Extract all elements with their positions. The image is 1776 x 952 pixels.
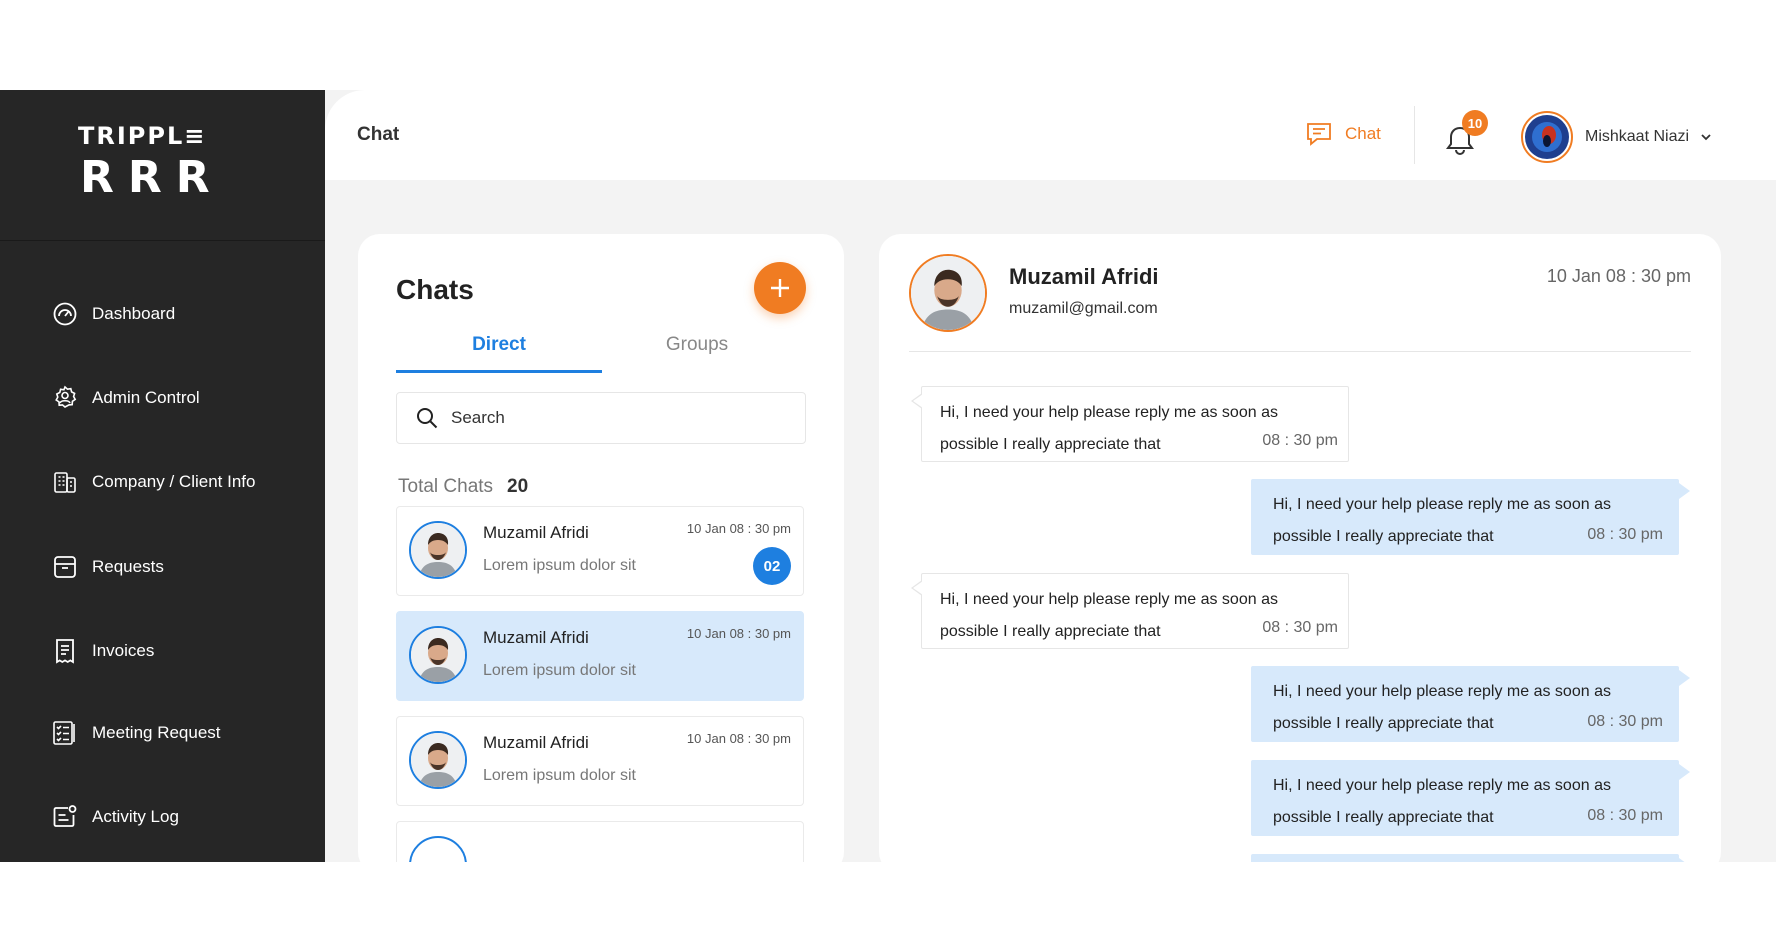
message-bubble-outgoing xyxy=(1251,854,1690,862)
message-bubble-outgoing: Hi, I need your help please reply me as … xyxy=(1251,479,1690,555)
chat-item-preview: Lorem ipsum dolor sit xyxy=(483,767,636,784)
chat-item-time: 10 Jan 08 : 30 pm xyxy=(686,521,791,536)
search-placeholder: Search xyxy=(451,408,505,427)
message-text-line: Hi, I need your help please reply me as … xyxy=(940,404,1278,421)
conversation-divider xyxy=(909,351,1691,352)
brand-logo-line2: RRR xyxy=(80,152,224,203)
message-text-line: Hi, I need your help please reply me as … xyxy=(940,591,1278,608)
chat-item-time: 10 Jan 08 : 30 pm xyxy=(686,731,791,746)
chat-list-item[interactable]: Muzamil Afridi Lorem ipsum dolor sit 10 … xyxy=(396,716,804,806)
sidebar-item-company-client-info[interactable]: Company / Client Info xyxy=(52,462,312,502)
receipt-icon xyxy=(56,639,74,664)
conversation-contact-name: Muzamil Afridi xyxy=(1009,264,1159,289)
unread-count-badge: 02 xyxy=(753,547,791,585)
search-input[interactable]: Search xyxy=(396,392,806,444)
plus-icon xyxy=(771,279,789,297)
chat-list-item[interactable]: Muzamil Afridi Lorem ipsum dolor sit 10 … xyxy=(396,611,804,701)
sidebar-item-label: Dashboard xyxy=(92,304,176,323)
contact-avatar xyxy=(409,626,467,684)
total-chats-label: Total Chats xyxy=(398,476,494,497)
message-bubble-outgoing: Hi, I need your help please reply me as … xyxy=(1251,666,1690,742)
sidebar-item-meeting-request[interactable]: Meeting Request xyxy=(52,713,312,753)
dashboard-gauge-icon xyxy=(53,302,77,326)
message-time: 08 : 30 pm xyxy=(1587,526,1663,543)
chat-bubble-icon xyxy=(1307,123,1331,146)
message-time: 08 : 30 pm xyxy=(1587,807,1663,824)
conversation-contact-avatar[interactable] xyxy=(909,254,987,332)
activity-log-icon xyxy=(53,805,77,827)
new-chat-button[interactable] xyxy=(754,262,806,314)
chat-item-name: Muzamil Afridi xyxy=(483,523,589,542)
brand-logo-line1: TRIPPL≡ xyxy=(78,122,207,150)
message-text-line: Hi, I need your help please reply me as … xyxy=(1273,777,1611,794)
conversation-contact-email: muzamil@gmail.com xyxy=(1009,300,1158,317)
sidebar-item-label: Meeting Request xyxy=(92,723,221,742)
message-time: 08 : 30 pm xyxy=(1262,432,1338,449)
sidebar: TRIPPL≡ RRR Dashboard Admin Control Comp… xyxy=(0,90,325,862)
tab-direct[interactable]: Direct xyxy=(396,330,602,373)
message-time: 08 : 30 pm xyxy=(1587,713,1663,730)
message-text-line: Hi, I need your help please reply me as … xyxy=(1273,683,1611,700)
sidebar-item-activity-log[interactable]: Activity Log xyxy=(52,797,312,837)
sidebar-item-dashboard[interactable]: Dashboard xyxy=(52,294,312,334)
page-title: Chat xyxy=(357,124,400,145)
chat-item-preview: Lorem ipsum dolor sit xyxy=(483,557,636,574)
sidebar-item-label: Requests xyxy=(92,557,164,576)
chats-list-panel: Chats Direct Groups Search Total Chats 20… xyxy=(358,234,844,862)
sidebar-item-invoices[interactable]: Invoices xyxy=(52,631,312,671)
admin-gear-person-icon xyxy=(55,385,77,408)
top-bar: Chat Chat 10 Mishkaat Niazi xyxy=(325,90,1776,180)
brand-logo[interactable]: TRIPPL≡ RRR xyxy=(0,90,325,241)
search-icon xyxy=(417,408,438,429)
chat-list-item[interactable]: Muzamil Afridi Lorem ipsum dolor sit 10 … xyxy=(396,506,804,596)
user-avatar xyxy=(1521,111,1573,163)
chat-item-name: Muzamil Afridi xyxy=(483,733,589,752)
chat-item-preview: Lorem ipsum dolor sit xyxy=(483,662,636,679)
chat-item-name: Muzamil Afridi xyxy=(483,628,589,647)
sidebar-item-label: Company / Client Info xyxy=(92,472,256,491)
chats-title: Chats xyxy=(396,274,474,305)
checklist-icon xyxy=(53,721,75,745)
sidebar-item-admin-control[interactable]: Admin Control xyxy=(52,378,312,418)
message-bubble-incoming: Hi, I need your help please reply me as … xyxy=(911,386,1349,462)
contact-avatar xyxy=(409,836,467,862)
user-name: Mishkaat Niazi xyxy=(1585,128,1690,145)
app-window: TRIPPL≡ RRR Dashboard Admin Control Comp… xyxy=(0,90,1776,862)
user-profile-menu[interactable]: Mishkaat Niazi xyxy=(1521,111,1713,163)
chevron-down-icon xyxy=(1701,134,1711,141)
message-text-line: Hi, I need your help please reply me as … xyxy=(1273,496,1611,513)
building-icon xyxy=(54,472,76,493)
contact-avatar xyxy=(409,731,467,789)
header-chat-label: Chat xyxy=(1345,124,1381,143)
sidebar-item-requests[interactable]: Requests xyxy=(52,547,312,587)
contact-avatar xyxy=(409,521,467,579)
chat-item-time: 10 Jan 08 : 30 pm xyxy=(686,626,791,641)
conversation-timestamp: 10 Jan 08 : 30 pm xyxy=(1546,266,1691,286)
sidebar-item-label: Admin Control xyxy=(92,388,200,407)
conversation-panel: Muzamil Afridi muzamil@gmail.com 10 Jan … xyxy=(879,234,1721,862)
header-chat-link[interactable]: Chat xyxy=(1305,120,1381,148)
message-bubble-incoming: Hi, I need your help please reply me as … xyxy=(911,573,1349,649)
tab-groups[interactable]: Groups xyxy=(594,330,800,370)
sidebar-item-label: Invoices xyxy=(92,641,155,660)
archive-box-icon xyxy=(54,556,76,578)
message-time: 08 : 30 pm xyxy=(1262,619,1338,636)
header-divider xyxy=(1414,106,1415,164)
total-chats-count: 20 xyxy=(507,476,529,497)
notification-count-badge: 10 xyxy=(1462,110,1488,136)
chat-list-item[interactable] xyxy=(396,821,804,862)
total-chats: Total Chats 20 xyxy=(398,476,528,498)
sidebar-item-label: Activity Log xyxy=(92,807,179,826)
message-bubble-outgoing: Hi, I need your help please reply me as … xyxy=(1251,760,1690,836)
